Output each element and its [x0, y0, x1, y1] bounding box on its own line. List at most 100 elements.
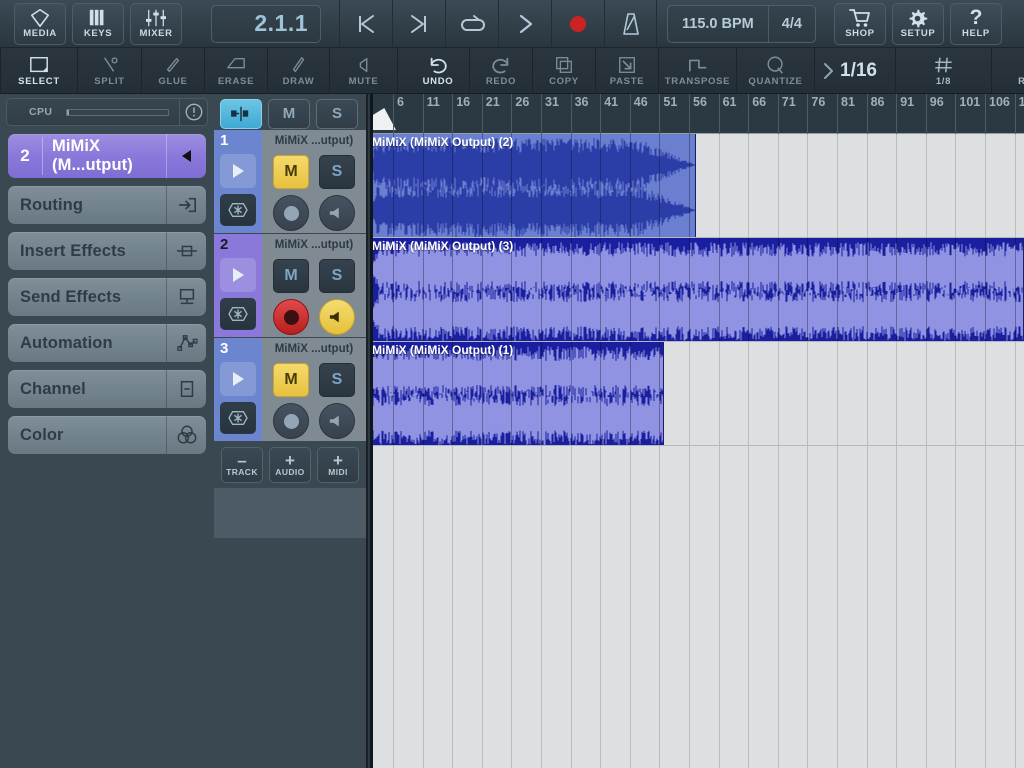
track-lane-empty[interactable]	[370, 446, 1024, 768]
inspector-color-label: Color	[20, 425, 64, 444]
time-signature-value[interactable]: 4/4	[767, 5, 815, 42]
track-solo-button[interactable]: S	[319, 155, 355, 189]
arrange-area[interactable]: 6 11 16 21 26 31 36 41 46 51 56 61 66 71 76 81 86 91 96 101…	[370, 94, 1024, 768]
track-solo-button[interactable]: S	[319, 363, 355, 397]
inspector-section-routing[interactable]: Routing	[8, 186, 206, 224]
transpose-button[interactable]: TRANSPOSE	[659, 48, 737, 93]
triangle-left-icon[interactable]	[166, 134, 206, 178]
ruler-bar-number: 56	[693, 95, 707, 109]
cpu-bar	[66, 108, 169, 116]
track-instrument-button[interactable]	[220, 298, 256, 330]
time-display[interactable]: 2.1.1	[211, 4, 321, 43]
global-solo-button[interactable]: S	[316, 98, 358, 129]
tool-mute[interactable]: MUTE	[330, 48, 398, 93]
track-row[interactable]: 1 MiMiX ...utput) M S	[214, 130, 366, 234]
track-instrument-button[interactable]	[220, 402, 256, 434]
cycle-button[interactable]	[445, 0, 498, 48]
track-mute-button[interactable]: M	[273, 259, 309, 293]
tool-draw[interactable]: DRAW	[268, 48, 330, 93]
ruler-bar-number: 101	[959, 95, 981, 109]
ruler-bar-number: 51	[663, 95, 678, 109]
inspector-selected-track[interactable]: 2 MiMiX (M...utput)	[8, 134, 206, 178]
clip-grid-line	[393, 134, 394, 237]
paste-button[interactable]: PASTE	[596, 48, 659, 93]
waveform	[370, 346, 663, 445]
track-play-button[interactable]	[220, 258, 256, 292]
track-record-arm-button[interactable]	[273, 403, 309, 439]
audio-clip[interactable]: MiMiX (MiMiX Output) (2)	[370, 134, 696, 237]
keys-button[interactable]: KEYS	[72, 2, 124, 45]
track-monitor-button[interactable]	[319, 403, 355, 439]
rec-mode-button[interactable]: REC MODE	[992, 48, 1024, 93]
tempo-signature-box[interactable]: 115.0 BPM 4/4	[667, 4, 816, 43]
track-lane[interactable]: MiMiX (MiMiX Output) (1)	[370, 342, 1024, 446]
track-lane[interactable]: MiMiX (MiMiX Output) (3)	[370, 238, 1024, 342]
ruler-bar-number: 96	[929, 95, 944, 109]
clip-grid-line	[541, 238, 542, 341]
track-mute-button[interactable]: M	[273, 363, 309, 397]
add-midi-track-button[interactable]: + MIDI	[317, 447, 359, 483]
tempo-value[interactable]: 115.0 BPM	[668, 6, 768, 42]
remove-track-button[interactable]: – TRACK	[221, 447, 263, 483]
chevron-right-icon	[824, 62, 833, 79]
shop-button[interactable]: SHOP	[833, 2, 886, 45]
inspector-section-channel[interactable]: Channel	[8, 370, 206, 408]
inspector-section-automation[interactable]: Automation	[8, 324, 206, 362]
track-lane[interactable]: MiMiX (MiMiX Output) (2)	[370, 134, 1024, 238]
audio-clip[interactable]: MiMiX (MiMiX Output) (3)	[370, 238, 1024, 341]
snap-tool-button[interactable]	[220, 98, 262, 129]
setup-button[interactable]: SETUP	[891, 2, 944, 45]
track-play-button[interactable]	[220, 362, 256, 396]
track-list-empty-area	[214, 538, 366, 768]
quantize-button[interactable]: QUANTIZE	[737, 48, 815, 93]
track-monitor-button[interactable]	[319, 195, 355, 231]
media-label: MEDIA	[23, 28, 57, 40]
mixer-button[interactable]: MIXER	[130, 2, 182, 45]
paste-label: PASTE	[609, 76, 645, 88]
help-button[interactable]: ? HELP	[949, 2, 1002, 45]
inspector-section-send-effects[interactable]: Send Effects	[8, 278, 206, 316]
play-button[interactable]	[498, 0, 551, 48]
redo-button[interactable]: REDO	[470, 48, 533, 93]
clip-grid-line	[481, 238, 483, 341]
global-mute-button[interactable]: M	[268, 98, 310, 129]
inspector-section-color[interactable]: Color	[8, 416, 206, 454]
record-button[interactable]	[551, 0, 604, 48]
track-record-arm-button[interactable]	[273, 195, 309, 231]
track-row[interactable]: 2 MiMiX ...utput) M S	[214, 234, 366, 338]
track-play-button[interactable]	[220, 154, 256, 188]
copy-button[interactable]: COPY	[533, 48, 596, 93]
metronome-button[interactable]	[604, 0, 657, 48]
media-button[interactable]: MEDIA	[14, 2, 66, 45]
track-name: MiMiX ...utput)	[274, 135, 354, 147]
track-row[interactable]: 3 MiMiX ...utput) M S	[214, 338, 366, 442]
grid-hash-icon	[932, 54, 955, 75]
waveform	[370, 138, 695, 237]
go-to-start-button[interactable]	[339, 0, 392, 48]
timeline-ruler[interactable]: 6 11 16 21 26 31 36 41 46 51 56 61 66 71 76 81 86 91 96 101…	[370, 94, 1024, 134]
quantize-value-selector[interactable]: 1/16	[815, 48, 896, 93]
exclamation-circle-icon[interactable]	[179, 98, 207, 126]
undo-button[interactable]: UNDO	[407, 48, 470, 93]
add-midi-label: MIDI	[328, 466, 348, 477]
track-instrument-button[interactable]	[220, 194, 256, 226]
audio-clip[interactable]: MiMiX (MiMiX Output) (1)	[370, 342, 664, 445]
inspector-section-insert-effects[interactable]: Insert Effects	[8, 232, 206, 270]
go-to-end-button[interactable]	[392, 0, 445, 48]
track-left-column: 3	[214, 338, 262, 441]
glue-tube-icon	[162, 54, 184, 75]
tool-split[interactable]: SPLIT	[78, 48, 142, 93]
snap-grid-button[interactable]: 1/8	[896, 48, 992, 93]
clip-grid-line	[452, 134, 454, 237]
track-record-arm-button[interactable]	[273, 299, 309, 335]
track-mute-button[interactable]: M	[273, 155, 309, 189]
add-audio-track-button[interactable]: + AUDIO	[269, 447, 311, 483]
track-solo-button[interactable]: S	[319, 259, 355, 293]
tool-glue[interactable]: GLUE	[142, 48, 205, 93]
tool-erase[interactable]: ERASE	[205, 48, 268, 93]
clip-grid-line	[807, 238, 809, 341]
clip-grid-line	[925, 238, 927, 341]
gear-icon	[907, 8, 928, 28]
track-monitor-button[interactable]	[319, 299, 355, 335]
tool-select[interactable]: SELECT	[0, 48, 78, 93]
